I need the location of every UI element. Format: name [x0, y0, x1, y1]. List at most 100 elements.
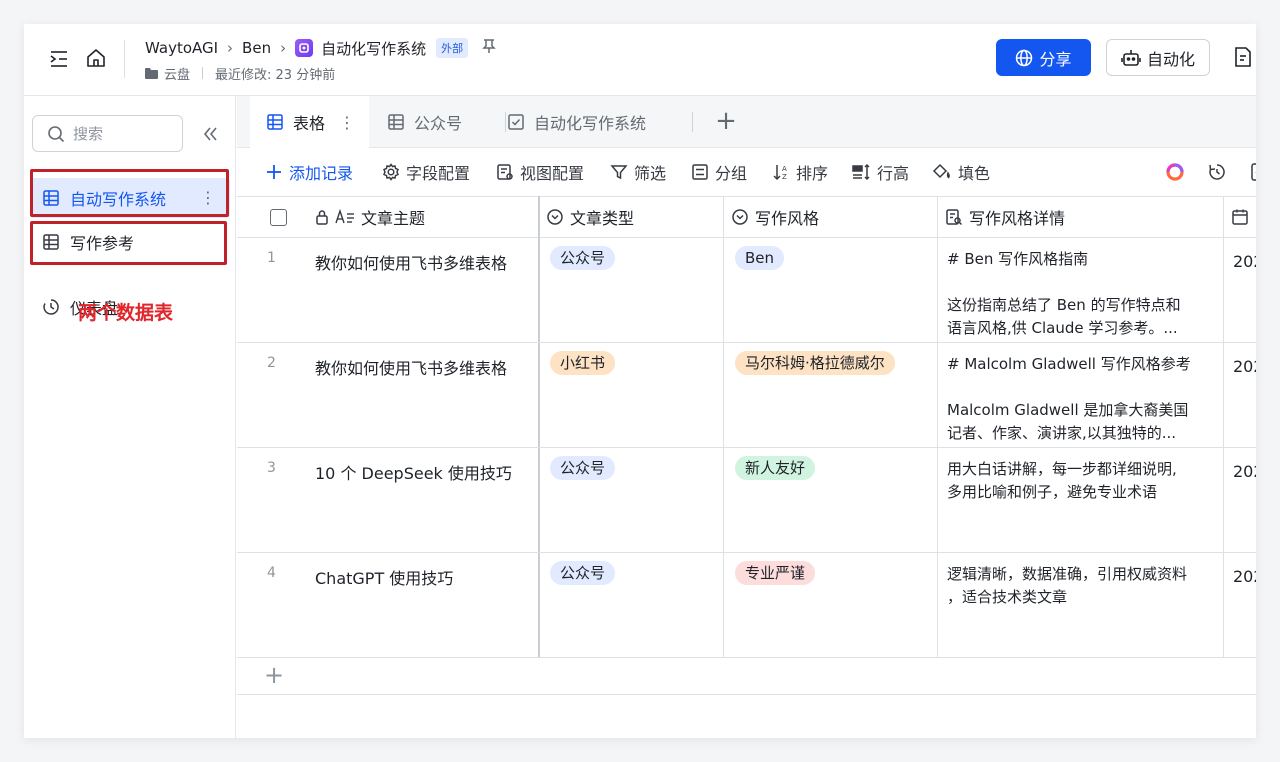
field-config-button[interactable]: 字段配置 — [382, 161, 470, 183]
breadcrumb: WaytoAGI › Ben › 自动化写作系统 外部 — [145, 37, 496, 59]
view-tabs: 表格 ⋮ 公众号 自动化写作系统 + — [237, 96, 1256, 148]
base-app-icon — [295, 39, 314, 57]
row-number: 2 — [267, 355, 276, 371]
external-badge: 外部 — [436, 38, 469, 58]
sort-label: 排序 — [796, 164, 829, 183]
title-cell[interactable]: 教你如何使用飞书多维表格 — [315, 355, 507, 379]
table-row[interactable]: 1 教你如何使用飞书多维表格 公众号 Ben # Ben 写作风格指南 这份指南… — [237, 238, 1256, 343]
style-tag[interactable]: 新人友好 — [735, 456, 816, 480]
view-config-label: 视图配置 — [520, 164, 585, 183]
view-config-button[interactable]: 视图配置 — [496, 161, 584, 183]
sort-button[interactable]: AZ 排序 — [772, 161, 828, 183]
row-height-button[interactable]: 行高 — [851, 161, 909, 183]
date-cell[interactable]: 202 — [1233, 357, 1256, 376]
detail-line: 多用比喻和例子，避免专业术语 — [947, 483, 1158, 501]
column-header-style[interactable]: 写作风格 — [731, 197, 819, 237]
header-divider — [124, 40, 125, 78]
column-header-detail[interactable]: 写作风格详情 — [945, 197, 1065, 237]
document-icon[interactable] — [1232, 46, 1254, 68]
pin-icon[interactable] — [482, 38, 496, 58]
add-record-button[interactable]: 添加记录 — [265, 161, 353, 183]
select-all-checkbox[interactable] — [270, 209, 287, 226]
breadcrumb-item[interactable]: WaytoAGI — [145, 39, 218, 57]
data-grid: 文章主题 文章类型 写作风格 写作风格详情 1 教你如何使用飞书多维表格 公众号… — [237, 196, 1256, 738]
sort-icon: AZ — [773, 165, 787, 181]
style-tag[interactable]: 马尔科姆·格拉德威尔 — [735, 351, 895, 375]
column-label: 写作风格 — [755, 209, 820, 228]
type-tag[interactable]: 小红书 — [550, 351, 616, 375]
filter-icon — [610, 165, 628, 180]
last-modified-label: 最近修改: 23 分钟前 — [215, 67, 336, 83]
sidebar-item-auto-writing[interactable]: 自动写作系统 ⋮ — [30, 178, 230, 218]
history-icon[interactable] — [1207, 162, 1227, 182]
tab-wechat[interactable]: 公众号 — [387, 96, 462, 148]
svg-text:Z: Z — [782, 173, 787, 181]
title-cell[interactable]: 10 个 DeepSeek 使用技巧 — [315, 460, 512, 484]
sidebar-item-writing-reference[interactable]: 写作参考 — [30, 222, 230, 262]
table-row[interactable]: 4 ChatGPT 使用技巧 公众号 专业严谨 逻辑清晰，数据准确，引用权威资料… — [237, 553, 1256, 658]
field-config-label: 字段配置 — [406, 164, 471, 183]
style-tag[interactable]: Ben — [735, 246, 785, 270]
location-label[interactable]: 云盘 — [164, 64, 190, 83]
date-cell[interactable]: 202 — [1233, 462, 1256, 481]
column-label: 文章主题 — [361, 209, 426, 228]
add-view-button[interactable]: + — [713, 108, 739, 135]
detail-cell[interactable]: 逻辑清晰，数据准确，引用权威资料 ，适合技术类文章 — [947, 563, 1219, 609]
table-row[interactable]: 2 教你如何使用飞书多维表格 小红书 马尔科姆·格拉德威尔 # Malcolm … — [237, 343, 1256, 448]
type-tag[interactable]: 公众号 — [550, 246, 616, 270]
detail-cell[interactable]: 用大白话讲解，每一步都详细说明, 多用比喻和例子，避免专业术语 — [947, 458, 1219, 504]
date-cell[interactable]: 202 — [1233, 567, 1256, 586]
row-height-label: 行高 — [877, 164, 910, 183]
table-row[interactable]: 3 10 个 DeepSeek 使用技巧 公众号 新人友好 用大白话讲解，每一步… — [237, 448, 1256, 553]
tab-label: 表格 — [293, 114, 326, 133]
detail-line: 记者、作家、演讲家,以其独特的... — [947, 424, 1177, 442]
dashboard-icon — [43, 299, 59, 315]
type-tag[interactable]: 公众号 — [550, 456, 616, 480]
detail-cell[interactable]: # Malcolm Gladwell 写作风格参考 Malcolm Gladwe… — [947, 353, 1219, 445]
share-label: 分享 — [1039, 49, 1072, 69]
toolbar: 添加记录 字段配置 视图配置 筛选 分组 AZ 排序 行高 填色 — [237, 148, 1256, 196]
header-row: 文章主题 文章类型 写作风格 写作风格详情 — [237, 196, 1256, 238]
plus-icon — [267, 165, 281, 179]
breadcrumb-current[interactable]: 自动化写作系统 — [321, 38, 426, 59]
chevron-right-icon: › — [227, 39, 234, 57]
lookup-field-icon — [946, 209, 963, 226]
lock-icon — [316, 210, 328, 225]
search-input[interactable]: 搜索 — [32, 115, 183, 152]
text-field-icon — [335, 209, 354, 224]
column-header-type[interactable]: 文章类型 — [546, 197, 634, 237]
grid-view-icon — [267, 114, 283, 130]
detail-line: ，适合技术类文章 — [947, 588, 1068, 606]
type-tag[interactable]: 公众号 — [550, 561, 616, 585]
title-cell[interactable]: 教你如何使用飞书多维表格 — [315, 250, 507, 274]
collapse-sidebar-icon[interactable] — [200, 124, 220, 144]
detail-line: # Malcolm Gladwell 写作风格参考 — [947, 355, 1191, 373]
tab-table[interactable]: 表格 ⋮ — [250, 96, 370, 148]
fill-color-button[interactable]: 填色 — [932, 161, 990, 183]
group-button[interactable]: 分组 — [691, 161, 747, 183]
breadcrumb-item[interactable]: Ben — [242, 39, 271, 57]
chevron-right-icon: › — [280, 39, 287, 57]
sidebar-toggle-icon[interactable] — [48, 48, 70, 70]
tab-divider — [692, 112, 693, 132]
automation-button[interactable]: 自动化 — [1106, 39, 1210, 76]
home-icon[interactable] — [85, 47, 107, 69]
column-header-title[interactable]: 文章主题 — [315, 197, 425, 237]
filter-button[interactable]: 筛选 — [610, 161, 666, 183]
detail-cell[interactable]: # Ben 写作风格指南 这份指南总结了 Ben 的写作特点和 语言风格,供 C… — [947, 248, 1219, 340]
table-icon — [43, 234, 59, 250]
ai-assistant-icon[interactable] — [1165, 162, 1185, 182]
column-header-date[interactable] — [1231, 197, 1255, 237]
style-tag[interactable]: 专业严谨 — [735, 561, 816, 585]
more-options-icon[interactable]: ⋮ — [339, 113, 355, 132]
share-button[interactable]: 分享 — [996, 39, 1091, 76]
date-cell[interactable]: 202 — [1233, 252, 1256, 271]
more-options-icon[interactable]: ⋮ — [200, 188, 216, 207]
detail-line: 这份指南总结了 Ben 的写作特点和 — [947, 296, 1181, 314]
add-row-button[interactable]: + — [237, 658, 1256, 695]
tab-auto-writing[interactable]: 自动化写作系统 — [507, 96, 646, 148]
title-cell[interactable]: ChatGPT 使用技巧 — [315, 565, 453, 589]
column-label: 写作风格详情 — [969, 209, 1066, 228]
checklist-icon[interactable] — [1250, 162, 1256, 182]
app-window: WaytoAGI › Ben › 自动化写作系统 外部 云盘 最近修改: 23 … — [24, 24, 1256, 738]
